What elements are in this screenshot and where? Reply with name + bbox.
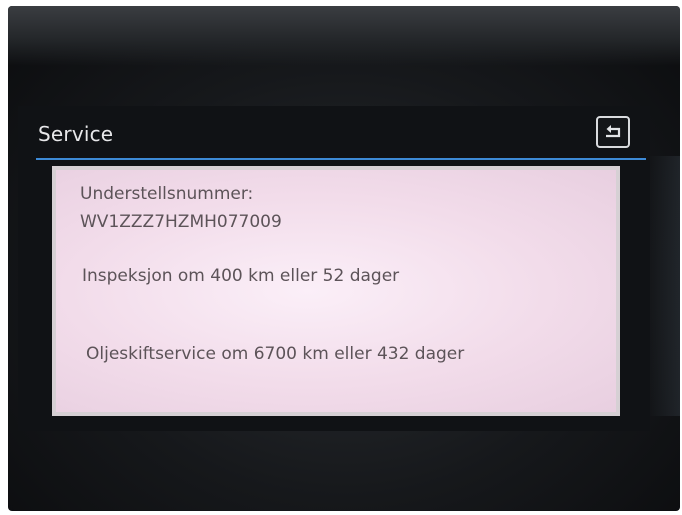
page-title: Service: [38, 122, 114, 146]
return-arrow-icon: [606, 125, 621, 138]
dashboard-bezel: Service Understellsnummer: WV1ZZZ7HZMH07…: [8, 6, 680, 511]
service-info-panel: Understellsnummer: WV1ZZZ7HZMH077009 Ins…: [52, 166, 620, 416]
infotainment-screen: Service Understellsnummer: WV1ZZZ7HZMH07…: [18, 106, 650, 431]
back-button[interactable]: [596, 116, 630, 148]
header-divider: [36, 158, 646, 160]
screen-header: Service: [18, 106, 650, 158]
inspection-info: Inspeksjon om 400 km eller 52 dager: [82, 266, 400, 286]
photo-frame: Service Understellsnummer: WV1ZZZ7HZMH07…: [0, 0, 682, 515]
oil-change-info: Oljeskiftservice om 6700 km eller 432 da…: [86, 344, 465, 364]
vin-value: WV1ZZZ7HZMH077009: [80, 212, 282, 232]
side-reflection: [648, 156, 680, 416]
vin-label: Understellsnummer:: [80, 184, 254, 204]
bezel-glare: [8, 6, 680, 66]
